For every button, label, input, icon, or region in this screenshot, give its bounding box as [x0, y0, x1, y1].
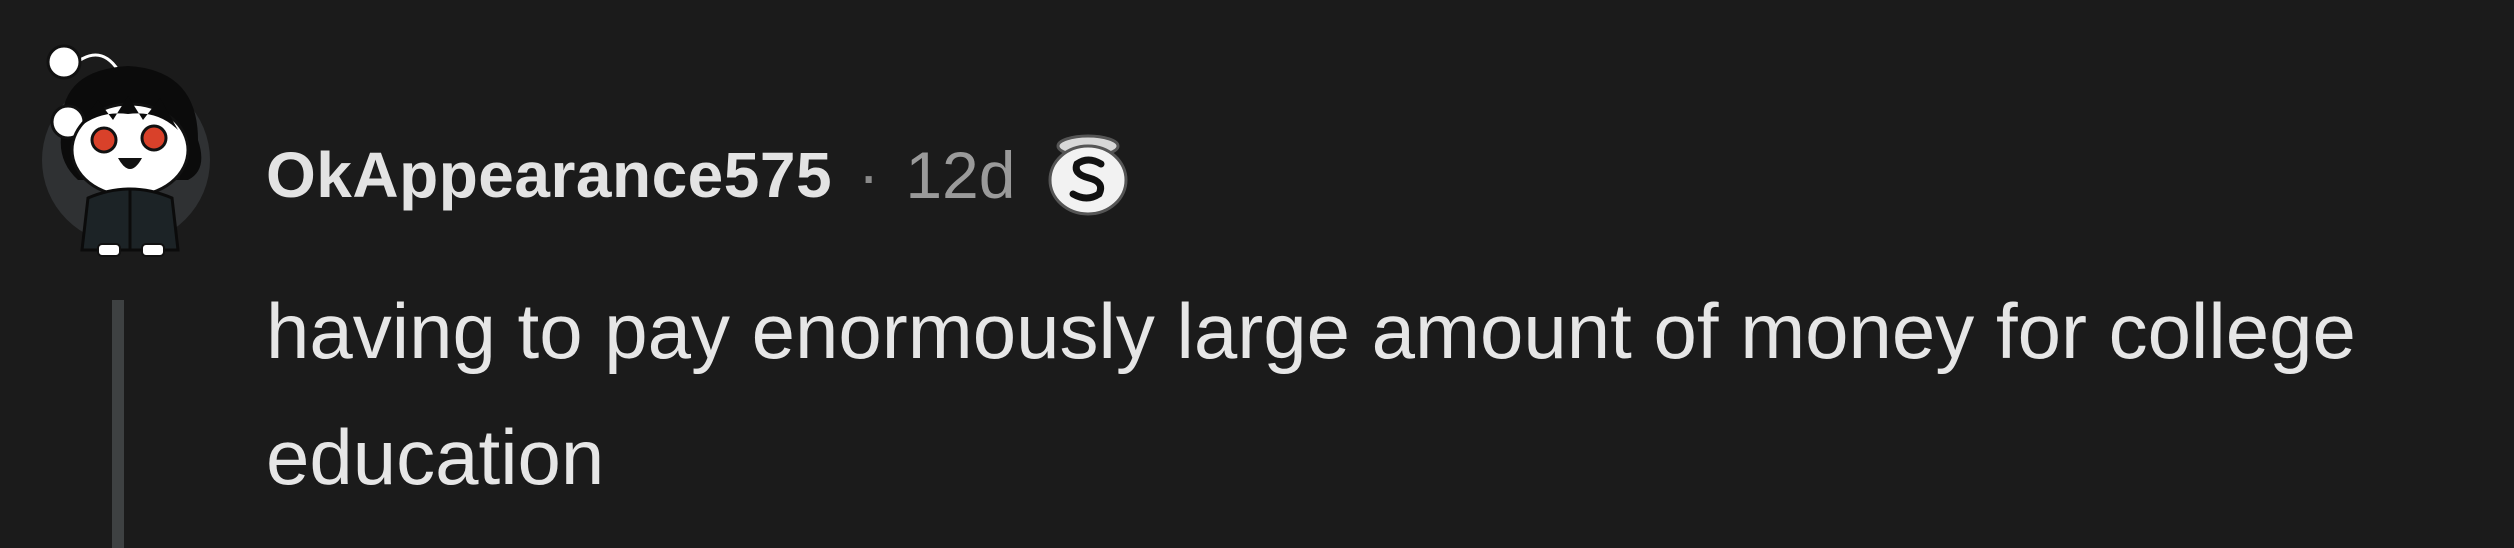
comment: OkAppearance575 · 12d having to pay enor…	[0, 0, 2514, 548]
comment-meta: OkAppearance575 · 12d	[266, 130, 1133, 220]
s-badge-icon	[1048, 134, 1128, 216]
comment-age[interactable]: 12d	[905, 137, 1015, 213]
separator-dot: ·	[858, 139, 880, 211]
thread-line[interactable]	[112, 300, 124, 548]
username-link[interactable]: OkAppearance575	[266, 138, 832, 212]
avatar[interactable]	[38, 30, 218, 260]
comment-body: having to pay enormously large amount of…	[266, 287, 2356, 501]
